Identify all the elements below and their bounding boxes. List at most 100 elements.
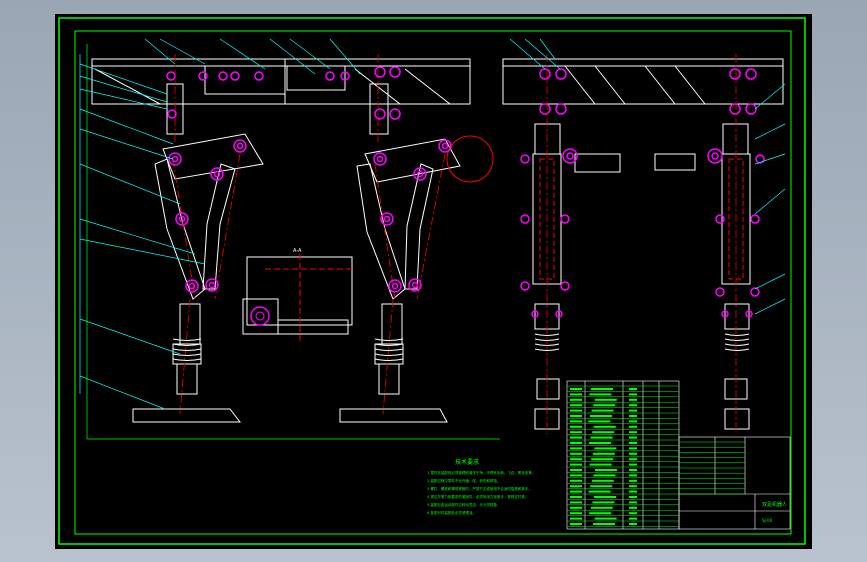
center-leg-joints [373,66,452,293]
section-label: A-A [293,248,302,254]
bill-of-materials [566,380,680,530]
bom-qty-mark [629,447,637,450]
bom-qty-mark [629,512,637,515]
bom-qty-mark [629,420,637,423]
left-leg-spring [172,338,202,361]
tech-line-2: 2.装配过程中零件不允许磕、碰、划伤和锈蚀。 [427,478,500,483]
tech-line-1: 1.零件在装配前必须清理和清洗干净，不得有毛刺、飞边、氧化皮等。 [427,470,535,475]
bom-name-mark [588,420,611,423]
bom-qty-mark [629,452,637,455]
bom-name-mark [592,431,615,434]
bom-name-mark [591,458,614,461]
bom-qty-mark [629,490,637,493]
cad-viewport[interactable]: A-A 技术要求 1.零件在装配前必须清理和清洗干净，不得有毛刺、飞边、氧化皮等… [55,14,812,549]
bom-index-mark [570,506,582,509]
side-view-centerlines [546,54,737,434]
bom-name-mark [593,474,616,477]
technical-requirements: 技术要求 1.零件在装配前必须清理和清洗干净，不得有毛刺、飞边、氧化皮等。 2.… [427,458,535,515]
bom-index-mark [570,404,582,407]
bom-name-mark [593,523,615,525]
bom-index-mark [570,523,582,525]
tech-line-6: 6.各密封件装配前必须浸透油。 [427,510,476,515]
bom-name-mark [589,393,612,396]
bom-name-mark [589,442,611,444]
assembly-drawing: A-A 技术要求 1.零件在装配前必须清理和清洗干净，不得有毛刺、飞边、氧化皮等… [58,17,806,545]
bom-qty-mark [629,388,637,390]
bom-name-mark [594,496,616,498]
title-block-drawing-number: SJ-00 [762,518,773,523]
bom-index-mark [570,415,582,417]
bom-index-mark [570,474,582,477]
title-block-rows [679,441,745,495]
bom-qty-mark [629,425,637,428]
title-block-name: 双足机器人 [762,501,787,508]
bom-index-mark [570,447,582,450]
bom-index-mark [570,452,582,455]
tech-requirements-title: 技术要求 [455,458,479,466]
bom-index-mark [570,398,582,401]
tech-line-4: 4.规定拧紧力矩要求的紧固件，必须采用力矩扳手，按规定拧紧。 [427,494,528,499]
bom-name-mark [591,409,614,412]
bom-qty-mark [629,442,637,444]
bom-qty-mark [629,404,637,407]
bom-qty-mark [629,474,637,477]
front-view-leg-left [91,58,471,423]
bom-index-mark [570,458,582,461]
bom-qty-mark [629,436,637,439]
bom-name-mark [591,479,614,482]
bom-name-mark [589,512,612,515]
bom-index-mark [570,442,582,444]
left-leg-joints [166,71,350,293]
bom-qty-mark [629,398,637,401]
bom-index-mark [570,501,582,504]
bom-name-mark [593,404,616,407]
bom-qty-mark [629,393,637,396]
bom-name-mark [588,490,611,493]
bom-index-mark [570,512,582,515]
bom-name-mark [589,463,612,466]
bom-name-mark [590,485,613,488]
bom-name-mark [595,469,617,471]
bom-name-mark [590,415,612,417]
tech-line-5: 5.装配后各运动部件应转动灵活，无卡滞现象。 [427,502,500,507]
front-view-leg-right [339,83,461,423]
bom-name-mark [592,452,615,455]
bom-index-mark [570,409,582,412]
bom-qty-mark [629,485,637,488]
bom-qty-mark [629,458,637,461]
bom-name-mark [594,517,617,520]
bom-index-mark [570,517,582,520]
bom-qty-mark [629,506,637,509]
bom-index-mark [570,479,582,482]
outer-border [58,17,806,545]
bom-name-mark [594,398,617,401]
bom-index-mark [570,469,582,471]
bom-qty-mark [629,469,637,471]
bom-index-mark [570,496,582,498]
bom-index-mark [570,431,582,434]
dimension-lines [86,44,500,440]
bom-name-mark [590,506,613,509]
side-view-joints [520,68,765,318]
section-view [242,254,355,344]
bom-row-text [570,388,637,525]
bom-index-mark [570,490,582,493]
bom-name-mark [594,447,617,450]
bom-index-mark [570,388,582,390]
bom-index-mark [570,393,582,396]
bom-qty-mark [629,431,637,434]
bom-qty-mark [629,479,637,482]
side-view-springs [534,333,750,351]
bom-name-mark [593,425,616,428]
bom-name-mark [592,501,615,504]
bom-name-mark [591,388,613,390]
bom-index-mark [570,485,582,488]
tech-line-3: 3.螺钉、螺栓和螺母紧固时，严禁打击或使用不合适的旋具和扳手。 [427,486,532,491]
bom-qty-mark [629,517,637,520]
bom-name-mark [590,436,613,439]
bom-qty-mark [629,463,637,466]
drawing-frame [74,30,792,535]
bom-qty-mark [629,409,637,412]
bom-qty-mark [629,501,637,504]
detail-circle [446,135,494,183]
